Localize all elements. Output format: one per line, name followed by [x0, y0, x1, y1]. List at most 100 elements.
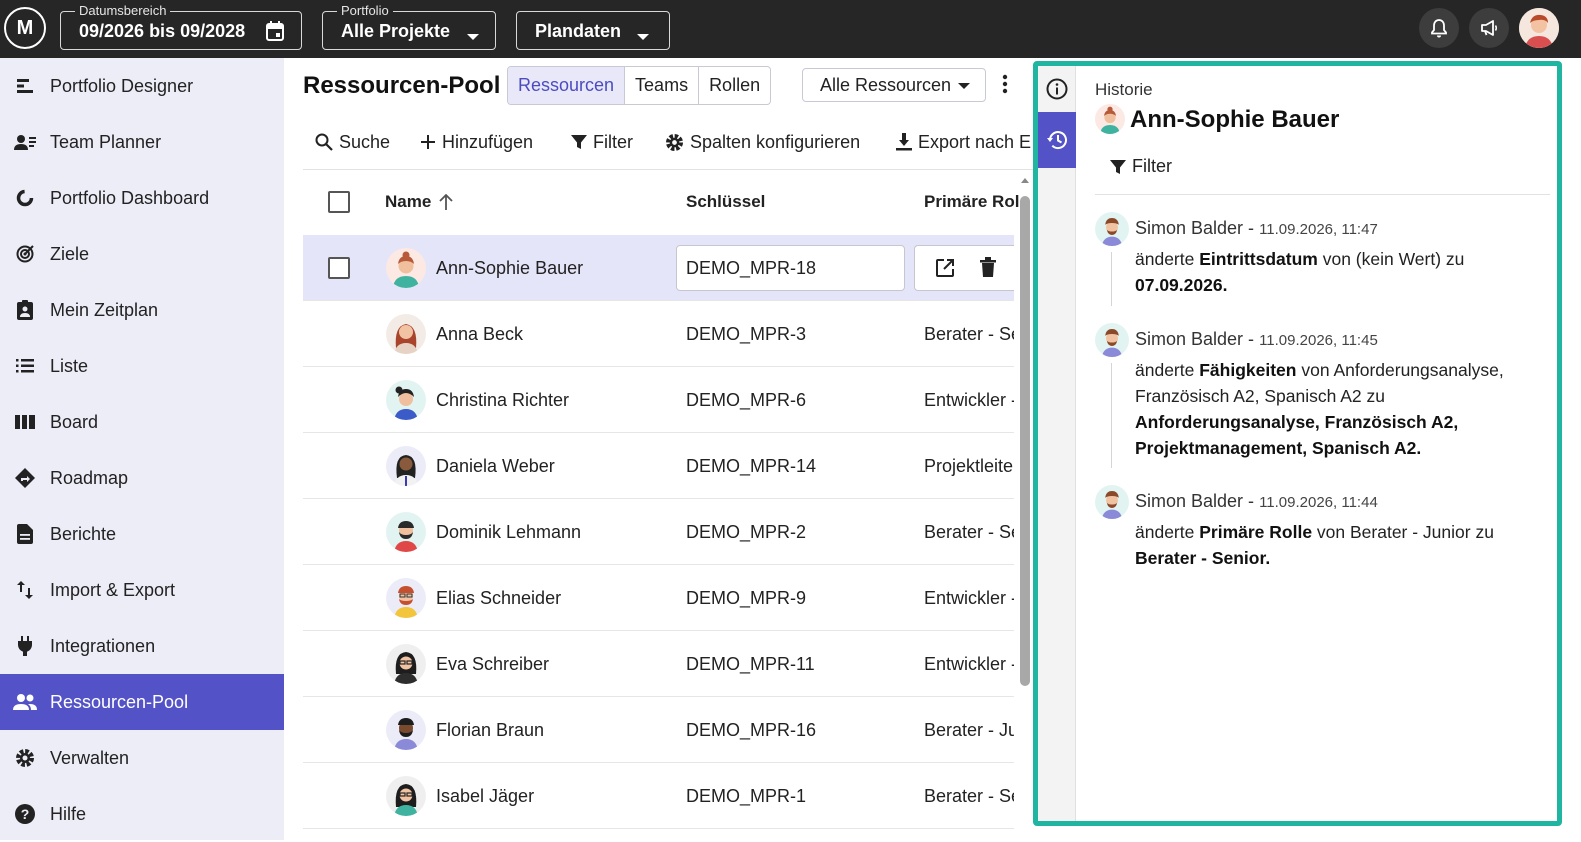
sidebar-item-integrationen[interactable]: Integrationen	[0, 618, 284, 674]
resource-name: Christina Richter	[436, 390, 570, 410]
avatar	[386, 776, 426, 816]
plus-icon	[421, 135, 435, 149]
tab-teams[interactable]: Teams	[625, 67, 700, 104]
column-header-key[interactable]: Schlüssel	[686, 192, 765, 212]
notifications-button[interactable]	[1419, 8, 1459, 48]
column-header-role[interactable]: Primäre Rol	[924, 192, 1019, 212]
scrollbar-thumb[interactable]	[1020, 196, 1030, 686]
announcements-button[interactable]	[1469, 8, 1509, 48]
scroll-up-icon[interactable]	[1020, 176, 1030, 184]
resource-key: DEMO_MPR-3	[686, 324, 807, 344]
export-button[interactable]: Export nach E	[896, 129, 1031, 155]
help-icon: ?	[0, 804, 50, 824]
dashboard-icon	[0, 189, 50, 207]
column-name-label: Name	[385, 192, 432, 211]
info-tab[interactable]	[1038, 66, 1076, 112]
history-divider	[1095, 194, 1550, 195]
filter-icon	[1110, 159, 1126, 174]
key-input[interactable]: DEMO_MPR-18	[676, 245, 905, 291]
avatar	[386, 644, 426, 684]
table-row[interactable]: Christina Richter DEMO_MPR-6 Entwickler …	[303, 367, 1014, 433]
table-scrollbar[interactable]	[1020, 176, 1030, 836]
avatar	[386, 446, 426, 486]
select-all-checkbox[interactable]	[328, 191, 350, 213]
history-author: Simon Balder - 11.09.2026, 11:47	[1135, 218, 1378, 239]
column-header-name[interactable]: Name	[385, 192, 453, 212]
panel-rail	[1038, 66, 1076, 821]
portfolio-select[interactable]: Portfolio Alle Projekte	[322, 3, 496, 50]
sidebar-item-ressourcen-pool[interactable]: Ressourcen-Pool	[0, 674, 284, 730]
date-range-picker[interactable]: Datumsbereich 09/2026 bis 09/2028	[60, 3, 302, 50]
role-input[interactable]	[914, 245, 1014, 291]
sidebar-item-label: Roadmap	[50, 467, 129, 488]
open-external-icon[interactable]	[935, 258, 955, 283]
sidebar-item-liste[interactable]: Liste	[0, 338, 284, 394]
filter-button[interactable]: Filter	[571, 129, 633, 155]
table-row[interactable]: Anna Beck DEMO_MPR-3 Berater - Se	[303, 301, 1014, 367]
resource-key: DEMO_MPR-9	[686, 588, 807, 608]
board-icon	[0, 415, 50, 429]
sidebar-item-label: Team Planner	[50, 131, 162, 152]
resource-role: Entwickler -	[924, 390, 1014, 410]
table-row[interactable]: Daniela Weber DEMO_MPR-14 Projektleite	[303, 433, 1014, 499]
avatar	[386, 380, 426, 420]
app-logo[interactable]: M	[4, 7, 46, 49]
sidebar-item-hilfe[interactable]: ? Hilfe	[0, 786, 284, 842]
sidebar-item-ziele[interactable]: Ziele	[0, 226, 284, 282]
sidebar-item-import-export[interactable]: Import & Export	[0, 562, 284, 618]
sidebar-item-portfolio-dashboard[interactable]: Portfolio Dashboard	[0, 170, 284, 226]
tab-ressourcen[interactable]: Ressourcen	[508, 67, 626, 104]
chevron-down-icon	[958, 83, 970, 89]
history-panel: Historie Ann-Sophie Bauer Filter Simon B…	[1033, 61, 1562, 826]
row-checkbox[interactable]	[328, 257, 350, 279]
sidebar-item-label: Import & Export	[50, 579, 176, 600]
plan-data-value: Plandaten	[535, 21, 622, 41]
sidebar-item-team-planner[interactable]: Team Planner	[0, 114, 284, 170]
table-row[interactable]: Isabel Jäger DEMO_MPR-1 Berater - Se	[303, 763, 1014, 829]
history-entry: Simon Balder - 11.09.2026, 11:44 änderte…	[1095, 485, 1545, 575]
history-timestamp: 11.09.2026, 11:44	[1259, 494, 1378, 511]
user-avatar[interactable]	[1519, 8, 1559, 48]
sidebar-item-berichte[interactable]: Berichte	[0, 506, 284, 562]
resource-role: Entwickler -	[924, 588, 1014, 608]
page-title: Ressourcen-Pool	[303, 72, 501, 99]
trash-icon[interactable]	[980, 257, 996, 282]
table-row[interactable]: Eva Schreiber DEMO_MPR-11 Entwickler -	[303, 631, 1014, 697]
kebab-icon	[1002, 74, 1008, 94]
sidebar-item-board[interactable]: Board	[0, 394, 284, 450]
search-label: Suche	[339, 131, 391, 152]
sidebar-item-label: Ziele	[50, 243, 90, 264]
configure-columns-button[interactable]: Spalten konfigurieren	[665, 129, 860, 155]
table-row[interactable]: Florian Braun DEMO_MPR-16 Berater - Ju	[303, 697, 1014, 763]
history-filter-button[interactable]: Filter	[1110, 156, 1172, 177]
timeline-line	[1111, 363, 1112, 468]
history-author-name: Simon Balder -	[1135, 218, 1260, 238]
sidebar-item-label: Berichte	[50, 523, 117, 544]
target-icon	[0, 245, 50, 263]
table-header: Name Schlüssel Primäre Rol	[303, 170, 1019, 234]
sidebar-item-label: Board	[50, 411, 99, 432]
table-row[interactable]: Dominik Lehmann DEMO_MPR-2 Berater - Se	[303, 499, 1014, 565]
resource-name: Isabel Jäger	[436, 786, 535, 806]
resource-filter-value: Alle Ressourcen	[820, 75, 952, 95]
table-row[interactable]: Ann-Sophie Bauer DEMO_MPR-18	[303, 235, 1014, 301]
bell-icon	[1431, 19, 1447, 38]
sidebar-item-portfolio-designer[interactable]: Portfolio Designer	[0, 58, 284, 114]
export-label: Export nach E	[918, 131, 1032, 152]
resource-name: Dominik Lehmann	[436, 522, 582, 542]
more-options-button[interactable]	[1002, 74, 1008, 99]
table-row[interactable]: Elias Schneider DEMO_MPR-9 Entwickler -	[303, 565, 1014, 631]
tab-rollen[interactable]: Rollen	[699, 67, 770, 104]
resource-role: Projektleite	[924, 456, 1014, 476]
main-content: Ressourcen-Pool Ressourcen Teams Rollen …	[284, 58, 1034, 840]
history-tab[interactable]	[1038, 112, 1076, 168]
plan-data-select[interactable]: Plandaten	[516, 11, 670, 50]
resource-filter-select[interactable]: Alle Ressourcen	[802, 68, 986, 102]
add-button[interactable]: Hinzufügen	[420, 129, 533, 155]
sidebar-item-mein-zeitplan[interactable]: Mein Zeitplan	[0, 282, 284, 338]
sidebar-item-verwalten[interactable]: Verwalten	[0, 730, 284, 786]
sidebar-item-roadmap[interactable]: Roadmap	[0, 450, 284, 506]
megaphone-icon	[1481, 20, 1498, 36]
search-button[interactable]: Suche	[315, 129, 390, 155]
top-bar: M Datumsbereich 09/2026 bis 09/2028 Port…	[0, 0, 1581, 58]
